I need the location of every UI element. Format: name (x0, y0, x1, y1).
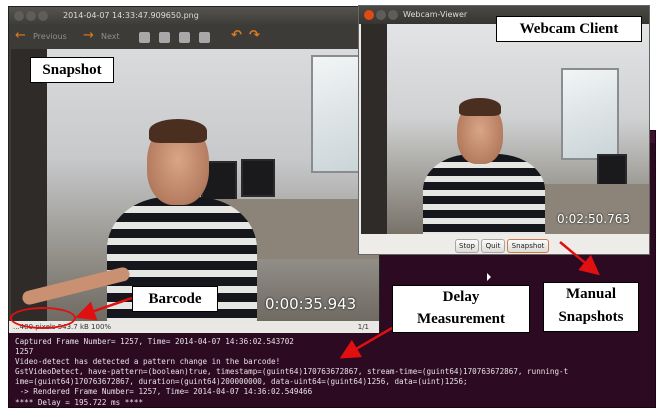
terminal-line: ime=(guint64)170763672867, duration=(gui… (15, 377, 468, 387)
zoom-in-icon[interactable] (139, 32, 150, 43)
close-icon[interactable] (364, 10, 374, 20)
webcam-timestamp: 0:02:50.763 (557, 212, 630, 226)
delay-measurement-callout: Delay Measurement (392, 285, 530, 333)
manual-callout-line1: Manual (565, 286, 616, 302)
person-shirt (423, 154, 545, 234)
close-icon[interactable] (14, 11, 24, 21)
next-button[interactable]: Next (101, 32, 120, 41)
terminal-line: **** Delay = 195.722 ms **** (15, 397, 144, 407)
viewer-title: 2014-04-07 14:33:47.909650.png (63, 11, 199, 20)
terminal-line: Captured Frame Number= 1257, Time= 2014-… (15, 337, 294, 346)
minimize-icon[interactable] (376, 10, 386, 20)
arrow-right-icon[interactable]: → (83, 28, 94, 43)
webcam-live-image: 0:02:50.763 (361, 24, 649, 234)
terminal-line: Video-detect has detected a pattern chan… (15, 357, 281, 367)
image-counter: 1/1 (357, 323, 369, 331)
maximize-icon[interactable] (388, 10, 398, 20)
maximize-icon[interactable] (38, 11, 48, 21)
minimize-icon[interactable] (26, 11, 36, 21)
snapshot-button[interactable]: Snapshot (507, 239, 549, 253)
viewer-titlebar: 2014-04-07 14:33:47.909650.png (9, 7, 379, 25)
terminal-line: 1257 (15, 347, 34, 357)
zoom-normal-icon[interactable] (179, 32, 190, 43)
monitor (241, 159, 275, 197)
office-window (561, 68, 619, 160)
webcam-title: Webcam-Viewer (403, 10, 468, 19)
manual-snapshots-callout: Manual Snapshots (543, 282, 639, 332)
previous-button[interactable]: Previous (33, 32, 67, 41)
viewer-toolbar: ← Previous → Next ↶ ↷ (9, 25, 379, 49)
stop-button[interactable]: Stop (455, 239, 479, 253)
terminal-output: Captured Frame Number= 1257, Time= 2014-… (15, 337, 655, 408)
barcode-highlight-ellipse (10, 307, 76, 329)
rotate-right-icon[interactable]: ↷ (249, 28, 260, 43)
person-hair (149, 119, 207, 143)
quit-button[interactable]: Quit (481, 239, 505, 253)
mouse-cursor-icon (487, 273, 491, 281)
terminal-line: GstVideoDetect, have-pattern=(boolean)tr… (15, 367, 569, 377)
delay-callout-line1: Delay (442, 289, 480, 305)
zoom-out-icon[interactable] (159, 32, 170, 43)
rotate-left-icon[interactable]: ↶ (231, 28, 242, 43)
snapshot-timestamp: 0:00:35.943 (265, 295, 357, 313)
snapshot-image: 0:00:35.943 (11, 49, 379, 321)
arrow-left-icon[interactable]: ← (15, 28, 26, 43)
webcam-viewer-window[interactable]: Webcam-Viewer 0:02:50.763 Stop Quit Snap… (358, 5, 650, 255)
manual-callout-line2: Snapshots (558, 309, 624, 325)
barcode-callout: Barcode (132, 286, 218, 312)
door (361, 24, 387, 234)
monitor (597, 154, 627, 188)
webcam-client-callout: Webcam Client (496, 16, 642, 42)
door (11, 49, 47, 321)
snapshot-callout: Snapshot (30, 57, 114, 83)
image-viewer-window[interactable]: 2014-04-07 14:33:47.909650.png ← Previou… (8, 6, 380, 333)
delay-callout-line2: Measurement (416, 311, 506, 327)
zoom-fit-icon[interactable] (199, 32, 210, 43)
person-hair (459, 98, 501, 116)
terminal-line: -> Rendered Frame Number= 1257, Time= 20… (15, 387, 313, 397)
